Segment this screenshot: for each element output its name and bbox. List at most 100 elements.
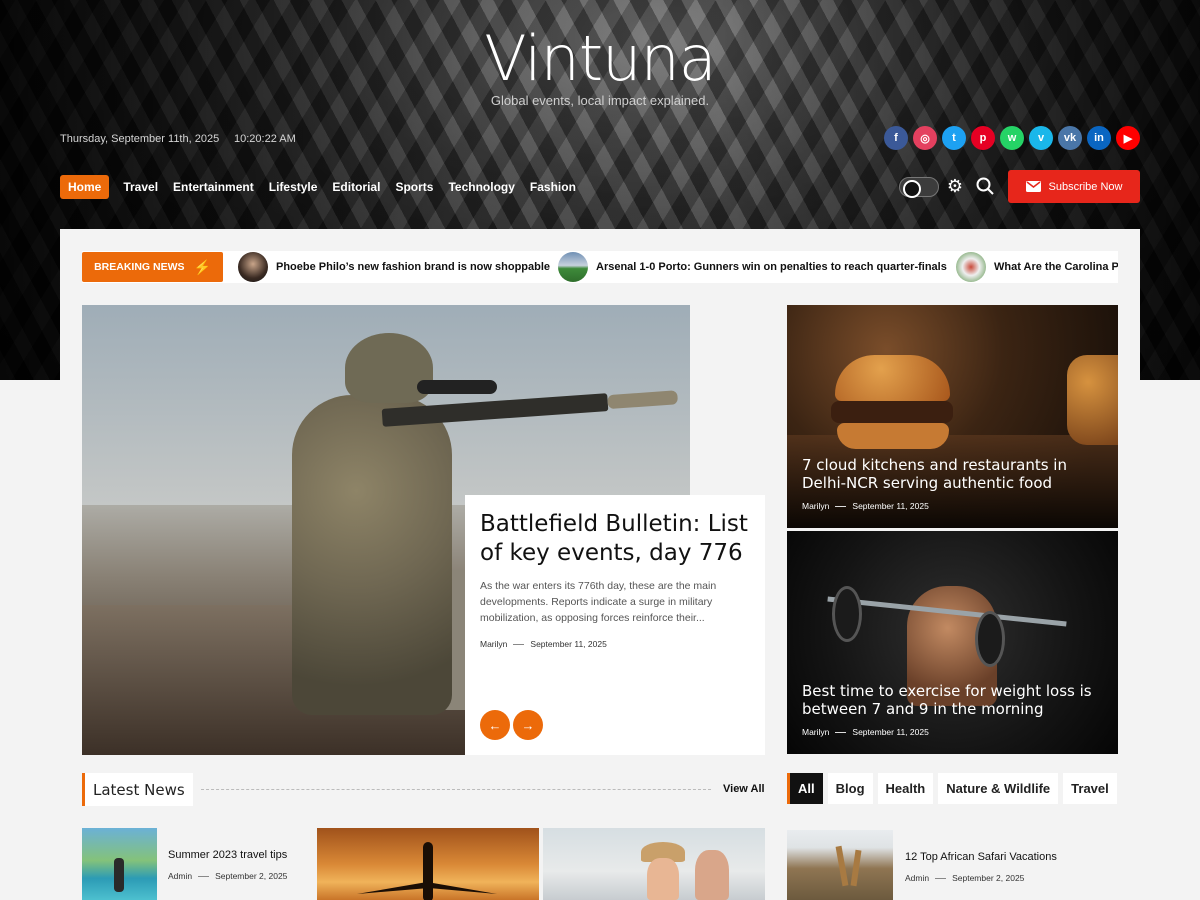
tab-post-title[interactable]: 12 Top African Safari Vacations [905,851,1057,863]
view-all-link[interactable]: View All [723,783,765,795]
instagram-icon[interactable]: ◎ [913,126,937,150]
ticker-item[interactable]: Phoebe Philo’s new fashion brand is now … [238,251,550,283]
nav-item-entertainment[interactable]: Entertainment [166,175,261,199]
slider-prev-button[interactable]: ← [480,710,510,740]
breaking-news-ticker: BREAKING NEWS ⚡ Phoebe Philo’s new fashi… [82,251,1118,283]
nav-item-fashion[interactable]: Fashion [523,175,583,199]
dark-mode-toggle[interactable] [899,177,939,198]
rifle-scope [417,380,497,394]
tab-travel[interactable]: Travel [1063,773,1117,804]
nav-item-travel[interactable]: Travel [116,175,165,199]
soldier-figure [292,395,452,715]
slider-next-button[interactable]: → [513,710,543,740]
meta-divider [935,877,947,879]
post-date: September 11, 2025 [530,639,607,649]
main-nav: Home Travel Entertainment Lifestyle Edit… [60,175,584,199]
side-post-card[interactable]: 7 cloud kitchens and restaurants in Delh… [787,305,1118,528]
latest-news-heading: Latest News [82,773,193,806]
youtube-icon[interactable]: ▶ [1116,126,1140,150]
burger-bun-bottom [837,423,949,449]
ticker-thumbnail [956,252,986,282]
side-post-title[interactable]: Best time to exercise for weight loss is… [802,682,1107,718]
tab-nature-wildlife[interactable]: Nature & Wildlife [938,773,1059,804]
tab-blog[interactable]: Blog [827,773,873,804]
post-date: September 11, 2025 [852,501,929,511]
post-date: September 2, 2025 [952,873,1025,883]
meta-divider [835,731,847,733]
nav-item-editorial[interactable]: Editorial [325,175,387,199]
settings-gear-icon[interactable]: ⚙ [945,176,965,196]
meta-divider [835,505,847,507]
nav-item-sports[interactable]: Sports [388,175,440,199]
side-post-meta: Marilyn September 11, 2025 [802,727,929,737]
post-author[interactable]: Admin [168,871,192,881]
post-thumbnail[interactable] [543,828,765,900]
ticker-item-title: What Are the Carolina P [994,261,1118,273]
meta-divider [198,875,210,877]
barbell-plate [975,611,1005,667]
burger-second [1067,355,1118,445]
post-thumbnail[interactable] [82,828,157,900]
post-author[interactable]: Admin [905,873,929,883]
burger-patty [831,401,953,423]
post-thumbnail[interactable] [787,830,893,900]
nav-item-technology[interactable]: Technology [441,175,521,199]
site-title[interactable]: Vintuna [0,22,1200,95]
facebook-icon[interactable]: f [884,126,908,150]
side-post-meta: Marilyn September 11, 2025 [802,501,929,511]
search-icon[interactable] [975,176,995,196]
tab-post-meta: Admin September 2, 2025 [905,873,1024,883]
vk-icon[interactable]: vk [1058,126,1082,150]
category-tabs: All Blog Health Nature & Wildlife Travel [787,773,1117,804]
linkedin-icon[interactable]: in [1087,126,1111,150]
giraffe-neck [835,845,849,887]
tab-all[interactable]: All [787,773,823,804]
nav-item-lifestyle[interactable]: Lifestyle [262,175,325,199]
featured-post-excerpt: As the war enters its 776th day, these a… [480,580,717,624]
site-tagline: Global events, local impact explained. [490,93,710,108]
vimeo-icon[interactable]: v [1029,126,1053,150]
breaking-news-text: BREAKING NEWS [94,261,185,273]
person-figure [114,858,124,892]
ticker-item-title: Arsenal 1-0 Porto: Gunners win on penalt… [596,261,947,273]
ticker-thumbnail [558,252,588,282]
featured-post-card: Battlefield Bulletin: List of key events… [465,495,765,755]
barbell-plate [832,586,862,642]
woman-figure [647,858,679,900]
post-date: September 2, 2025 [215,871,288,881]
side-post-card[interactable]: Best time to exercise for weight loss is… [787,531,1118,754]
latest-post-title[interactable]: Summer 2023 travel tips [168,849,287,861]
post-thumbnail[interactable] [317,828,539,900]
burger-bun-top [835,355,950,401]
featured-post-title[interactable]: Battlefield Bulletin: List of key events… [480,510,750,568]
breaking-news-label: BREAKING NEWS ⚡ [82,252,223,282]
latest-post-meta: Admin September 2, 2025 [168,871,287,881]
ticker-item-title: Phoebe Philo’s new fashion brand is now … [276,261,551,273]
tab-health[interactable]: Health [877,773,934,804]
meta-divider [513,643,525,645]
woman-figure [695,850,729,900]
ticker-thumbnail [238,252,268,282]
post-author[interactable]: Marilyn [802,501,829,511]
whatsapp-icon[interactable]: w [1000,126,1024,150]
post-author[interactable]: Marilyn [802,727,829,737]
post-author[interactable]: Marilyn [480,639,507,649]
ticker-item[interactable]: What Are the Carolina P [956,251,1118,283]
section-divider [201,789,711,790]
subscribe-label: Subscribe Now [1048,180,1123,193]
pinterest-icon[interactable]: p [971,126,995,150]
envelope-icon [1025,181,1041,192]
current-date: Thursday, September 11th, 2025 [60,133,220,145]
ticker-item[interactable]: Arsenal 1-0 Porto: Gunners win on penalt… [558,251,947,283]
social-links: f ◎ t p w v vk in ▶ [884,126,1140,150]
current-time: 10:20:22 AM [234,133,296,145]
lightning-icon: ⚡ [193,258,211,275]
subscribe-button[interactable]: Subscribe Now [1008,170,1140,203]
post-date: September 11, 2025 [852,727,929,737]
twitter-icon[interactable]: t [942,126,966,150]
featured-post-meta: Marilyn September 11, 2025 [480,639,607,649]
giraffe-neck [850,849,862,887]
nav-item-home[interactable]: Home [60,175,110,199]
side-post-title[interactable]: 7 cloud kitchens and restaurants in Delh… [802,456,1107,492]
airplane-silhouette [357,842,497,900]
